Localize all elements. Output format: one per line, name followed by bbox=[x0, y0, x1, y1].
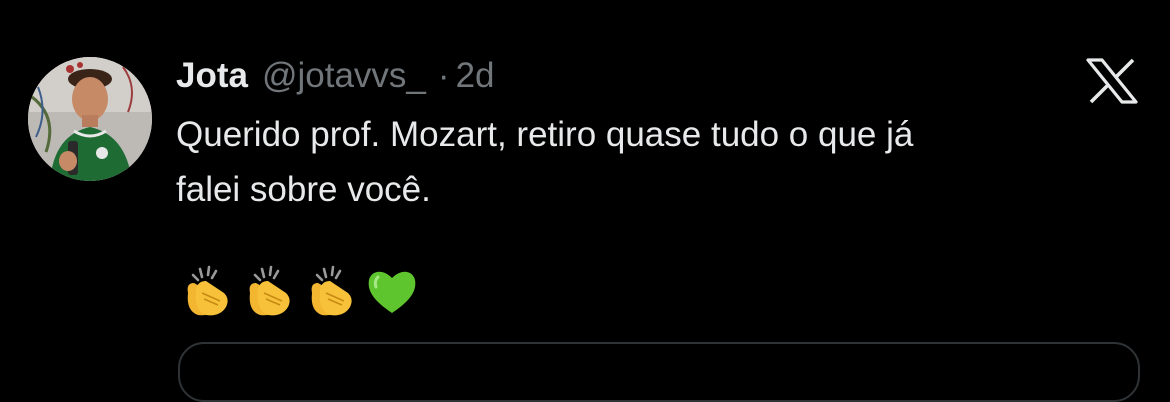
clapping-hands-icon bbox=[249, 265, 290, 316]
clapping-hands-icon bbox=[311, 265, 352, 316]
tweet-header: Jota @jotavvs_ · 2d bbox=[176, 54, 495, 98]
author-handle[interactable]: @jotavvs_ bbox=[262, 56, 426, 96]
tweet-text-line: Querido prof. Mozart, retiro quase tudo … bbox=[176, 115, 914, 154]
tweet-text: Querido prof. Mozart, retiro quase tudo … bbox=[176, 107, 1136, 217]
tweet-text-line: falei sobre você. bbox=[176, 170, 431, 209]
green-heart-icon bbox=[368, 271, 416, 313]
header-separator: · bbox=[437, 56, 450, 95]
clapping-hands-icon bbox=[187, 265, 228, 316]
emoji-row bbox=[178, 263, 420, 321]
embedded-card-frame[interactable] bbox=[178, 342, 1140, 402]
tweet[interactable]: Jota @jotavvs_ · 2d Querido prof. Mozart… bbox=[0, 0, 1170, 402]
avatar[interactable] bbox=[28, 57, 152, 181]
avatar-photo bbox=[28, 57, 152, 181]
tweet-timestamp[interactable]: 2d bbox=[456, 56, 495, 96]
author-name[interactable]: Jota bbox=[176, 56, 248, 96]
x-logo-icon[interactable] bbox=[1084, 56, 1140, 106]
